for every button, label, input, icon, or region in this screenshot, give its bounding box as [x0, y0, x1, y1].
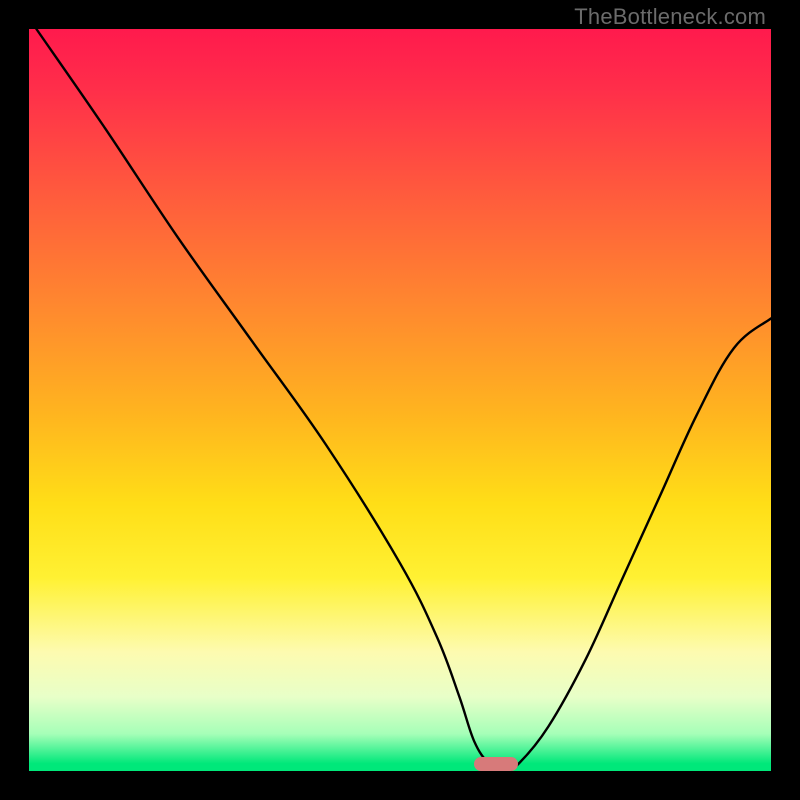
chart-frame: TheBottleneck.com [0, 0, 800, 800]
bottleneck-curve [29, 29, 771, 771]
watermark-text: TheBottleneck.com [574, 4, 766, 30]
optimal-marker [474, 757, 518, 771]
plot-area [29, 29, 771, 771]
